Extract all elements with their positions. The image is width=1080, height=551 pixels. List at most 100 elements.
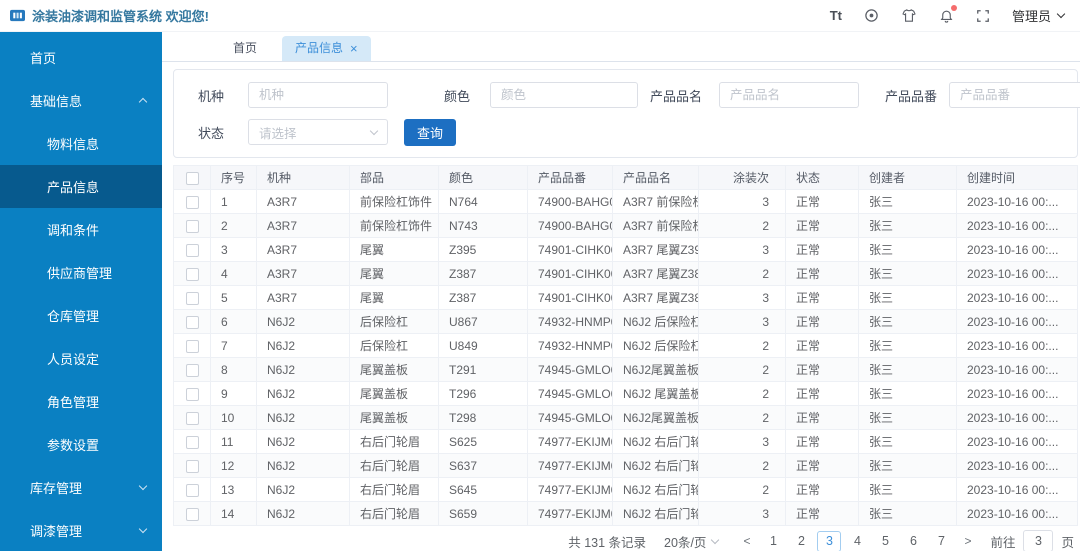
target-icon[interactable]	[864, 8, 879, 23]
search-button[interactable]: 查询	[404, 118, 457, 146]
color-label: 颜色	[444, 88, 471, 104]
cell: T298	[438, 405, 528, 430]
cell: 张三	[858, 381, 957, 406]
page-button-2[interactable]: 2	[789, 531, 813, 551]
cell: 74932-HNMP0...	[527, 309, 613, 334]
cell: 10	[210, 405, 257, 430]
status-label: 状态	[198, 125, 225, 141]
cell: 6	[210, 309, 257, 334]
product-name-input[interactable]	[719, 82, 859, 108]
page-size-select[interactable]: 20条/页	[664, 532, 720, 551]
notification-bell-icon[interactable]	[939, 5, 957, 23]
cell: 74900-BAHG00...	[527, 213, 613, 238]
row-checkbox[interactable]	[185, 291, 199, 305]
row-checkbox[interactable]	[185, 507, 199, 521]
product-table: 序号 机种 部品 颜色 产品品番 产品品名 涂装次 状态 创建者 创建时间 1 A3R7 前保险杠饰件…	[173, 165, 1078, 526]
font-size-icon[interactable]: Tt	[830, 9, 842, 22]
product-number-label: 产品品番	[885, 88, 938, 104]
cell: 张三	[858, 429, 957, 454]
cell: 5	[210, 285, 257, 310]
sidebar-item-blend-condition[interactable]: 调和条件	[0, 208, 162, 251]
sidebar-item-label: 调漆管理	[30, 524, 83, 539]
row-checkbox[interactable]	[185, 267, 199, 281]
cell: Z387	[438, 261, 528, 286]
sidebar-item-inventory-mgmt[interactable]: 库存管理	[0, 466, 162, 509]
product-number-input[interactable]	[949, 82, 1080, 108]
row-checkbox[interactable]	[185, 435, 199, 449]
sidebar-item-role-mgmt[interactable]: 角色管理	[0, 380, 162, 423]
cell: 正常	[785, 285, 859, 310]
cell: 2023-10-16 00:...	[956, 405, 1078, 430]
sidebar-item-material-info[interactable]: 物料信息	[0, 122, 162, 165]
color-input[interactable]	[490, 82, 638, 108]
next-page-button[interactable]: >	[964, 534, 971, 548]
sidebar-item-label: 首页	[30, 51, 57, 66]
cell: U849	[438, 333, 528, 358]
table-row: 4A3R7尾翼Z38774901-CIHK00...A3R7 尾翼Z387...…	[173, 261, 1078, 286]
page-button-7[interactable]: 7	[929, 531, 953, 551]
select-all-checkbox[interactable]	[185, 171, 199, 185]
page-button-6[interactable]: 6	[901, 531, 925, 551]
sidebar-item-label: 库存管理	[30, 481, 83, 496]
theme-shirt-icon[interactable]	[901, 8, 917, 23]
row-checkbox[interactable]	[185, 339, 199, 353]
fullscreen-icon[interactable]	[976, 9, 990, 23]
status-select[interactable]: 请选择	[248, 119, 388, 145]
cell: N743	[438, 213, 528, 238]
cell: N6J2	[256, 405, 350, 430]
table-row: 14N6J2右后门轮眉S65974977-EKIJM0...N6J2 右后门轮.…	[173, 501, 1078, 526]
app-header: 涂装油漆调和监管系统 欢迎您! Tt 管理员	[0, 0, 1080, 32]
row-checkbox[interactable]	[185, 219, 199, 233]
sidebar-item-personnel-setting[interactable]: 人员设定	[0, 337, 162, 380]
page-button-3[interactable]: 3	[817, 530, 842, 551]
cell: 后保险杠	[349, 333, 439, 358]
table-row: 11N6J2右后门轮眉S62574977-EKIJM0...N6J2 右后门轮.…	[173, 429, 1078, 454]
column-header: 创建时间	[956, 165, 1078, 190]
goto-page-input[interactable]: 3	[1023, 530, 1054, 551]
chevron-down-icon	[138, 481, 148, 491]
cell: 正常	[785, 453, 859, 478]
page-button-5[interactable]: 5	[873, 531, 897, 551]
row-checkbox[interactable]	[185, 483, 199, 497]
cell: 2023-10-16 00:...	[956, 429, 1078, 454]
sidebar-item-warehouse-mgmt[interactable]: 仓库管理	[0, 294, 162, 337]
sidebar-item-product-info[interactable]: 产品信息	[0, 165, 162, 208]
row-checkbox[interactable]	[185, 363, 199, 377]
row-checkbox[interactable]	[185, 387, 199, 401]
cell: N6J2	[256, 309, 350, 334]
cell: U867	[438, 309, 528, 334]
row-checkbox[interactable]	[185, 411, 199, 425]
cell: 张三	[858, 285, 957, 310]
tab-product-info[interactable]: 产品信息 ×	[282, 36, 371, 61]
cell: 尾翼盖板	[349, 357, 439, 382]
sidebar-item-param-setting[interactable]: 参数设置	[0, 423, 162, 466]
row-checkbox[interactable]	[185, 195, 199, 209]
sidebar-item-paint-mgmt[interactable]: 调漆管理	[0, 509, 162, 551]
user-menu[interactable]: 管理员	[1012, 6, 1066, 25]
cell: 74901-CIHK00...	[527, 285, 613, 310]
model-input[interactable]	[248, 82, 388, 108]
row-checkbox[interactable]	[185, 315, 199, 329]
row-checkbox[interactable]	[185, 459, 199, 473]
cell: 张三	[858, 501, 957, 526]
table-row: 13N6J2右后门轮眉S64574977-EKIJM0...N6J2 右后门轮.…	[173, 477, 1078, 502]
sidebar-item-supplier-mgmt[interactable]: 供应商管理	[0, 251, 162, 294]
sidebar-item-home[interactable]: 首页	[0, 36, 162, 79]
page-button-1[interactable]: 1	[761, 531, 785, 551]
column-header: 创建者	[858, 165, 957, 190]
cell: 正常	[785, 357, 859, 382]
cell: 13	[210, 477, 257, 502]
cell: 2	[698, 477, 786, 502]
cell: A3R7 尾翼Z395...	[612, 237, 699, 262]
sidebar-item-label: 物料信息	[47, 137, 100, 152]
column-header: 产品品番	[527, 165, 613, 190]
close-tab-icon[interactable]: ×	[350, 42, 358, 55]
cell: 12	[210, 453, 257, 478]
cell: 74977-EKIJM0...	[527, 453, 613, 478]
row-checkbox[interactable]	[185, 243, 199, 257]
sidebar-item-basic-info[interactable]: 基础信息	[0, 79, 162, 122]
prev-page-button[interactable]: <	[743, 534, 750, 548]
tab-home[interactable]: 首页	[220, 36, 270, 61]
cell: N764	[438, 189, 528, 214]
page-button-4[interactable]: 4	[845, 531, 869, 551]
